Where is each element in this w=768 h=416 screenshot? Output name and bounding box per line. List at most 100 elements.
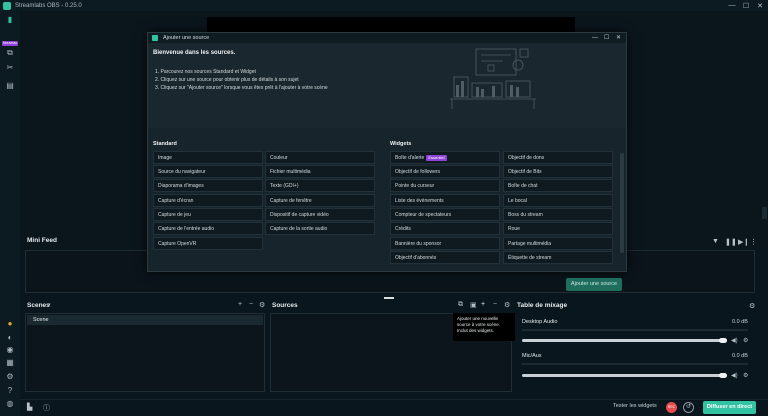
help-icon[interactable]: ? xyxy=(5,386,15,396)
new-badge: Nouveau xyxy=(2,41,18,46)
widget-media-share[interactable]: Partage multimédia xyxy=(503,237,613,250)
mixer-settings-icon[interactable]: ⚙ xyxy=(749,302,755,310)
source-image[interactable]: Image xyxy=(153,151,263,164)
widget-bits-goal[interactable]: Objectif de Bits xyxy=(503,165,613,178)
instruction-step: 2. Cliquez sur une source pour obtenir p… xyxy=(155,77,299,83)
title-bar: Streamlabs OBS - 0.25.0 — ☐ ✕ xyxy=(0,0,768,11)
widget-sponsor-banner[interactable]: Bannière du sponsor xyxy=(390,237,500,250)
remove-scene-icon[interactable]: − xyxy=(249,301,253,308)
channel-settings-icon[interactable]: ⚙ xyxy=(743,372,748,379)
go-live-button[interactable]: Diffuser en direct xyxy=(703,401,756,414)
info-icon[interactable]: ⓘ xyxy=(43,403,50,413)
widget-the-jar[interactable]: Le bocal xyxy=(503,194,613,207)
scene-item[interactable]: Scene xyxy=(27,315,263,325)
window-controls: — ☐ ✕ xyxy=(725,0,767,11)
test-widgets-button[interactable]: Tester les widgets xyxy=(613,403,657,409)
scenes-title: Scenes xyxy=(27,302,50,309)
widget-chat-box[interactable]: Boîte de chat xyxy=(503,179,613,192)
standard-group-title: Standard xyxy=(153,141,177,147)
mixer-channel-name: Mic/Aux xyxy=(522,353,542,359)
record-button[interactable]: REC xyxy=(666,402,677,413)
widget-credits[interactable]: Crédits xyxy=(390,222,500,235)
pause-icon[interactable]: ❚❚ xyxy=(725,238,737,246)
volume-slider-track[interactable] xyxy=(522,374,727,377)
dialog-logo-icon xyxy=(152,35,158,41)
app-logo-icon xyxy=(3,1,11,10)
scene-settings-icon[interactable]: ⚙ xyxy=(259,301,265,309)
source-game-capture[interactable]: Capture de jeu xyxy=(153,208,263,221)
filter-icon[interactable]: ▼ xyxy=(712,238,719,245)
dialog-maximize-button[interactable]: ☐ xyxy=(604,33,609,43)
dialog-scrollbar[interactable] xyxy=(620,153,624,253)
dialog-minimize-button[interactable]: — xyxy=(592,33,598,43)
add-source-tooltip: Ajouter une nouvelle source à votre scèn… xyxy=(453,313,515,341)
minimize-button[interactable]: — xyxy=(725,2,739,9)
widget-wheel[interactable]: Roue xyxy=(503,222,613,235)
source-group-icon[interactable]: ⧉ xyxy=(458,301,463,309)
source-audio-input[interactable]: Capture de l'entrée audio xyxy=(153,222,263,235)
source-text[interactable]: Texte (GDI+) xyxy=(265,179,375,192)
widget-tip-jar[interactable]: Pointe du curseur xyxy=(390,179,500,192)
widget-stream-label[interactable]: Étiquette de stream xyxy=(503,251,613,264)
remove-source-icon[interactable]: − xyxy=(493,301,497,308)
volume-meter xyxy=(522,363,748,365)
widget-stream-boss[interactable]: Boss du stream xyxy=(503,208,613,221)
widget-event-list[interactable]: Liste des événements xyxy=(390,194,500,207)
add-source-icon[interactable]: + xyxy=(481,301,485,308)
dialog-title: Ajouter une source xyxy=(163,35,210,41)
studio-icon[interactable]: ▮ xyxy=(5,15,15,25)
maximize-button[interactable]: ☐ xyxy=(739,2,753,10)
folder-icon[interactable]: ▣ xyxy=(470,301,477,309)
cloud-icon[interactable]: ◉ xyxy=(5,345,15,355)
channel-settings-icon[interactable]: ⚙ xyxy=(743,337,748,344)
widget-follower-goal[interactable]: Objectif de followers xyxy=(390,165,500,178)
editor-scrollbar[interactable] xyxy=(762,207,767,219)
replay-buffer-button[interactable]: ↺ xyxy=(683,402,694,413)
source-browser[interactable]: Source du navigateur xyxy=(153,165,263,178)
mixer-channel-name: Desktop Audio xyxy=(522,319,558,325)
widget-alert-box[interactable]: Boîte d'alerte Essentiel xyxy=(390,151,500,164)
profile-icon[interactable]: ◍ xyxy=(5,399,15,409)
dialog-titlebar: Ajouter une source — ☐ ✕ xyxy=(148,33,626,43)
add-source-button[interactable]: Ajouter une source xyxy=(566,278,622,291)
window-title: Streamlabs OBS - 0.25.0 xyxy=(15,2,82,9)
source-display-capture[interactable]: Capture d'écran xyxy=(153,194,263,207)
volume-slider-track[interactable] xyxy=(522,339,727,342)
themes-icon[interactable]: ⧉ xyxy=(5,48,15,58)
volume-slider-knob[interactable] xyxy=(719,338,727,343)
skip-icon[interactable]: ▶❙ xyxy=(738,238,749,246)
scene-collection-chevron-icon[interactable]: ▾ xyxy=(48,302,51,308)
add-scene-icon[interactable]: + xyxy=(238,301,242,308)
resize-handle[interactable] xyxy=(384,297,394,299)
instruction-step: 3. Cliquez sur "Ajouter source" lorsque … xyxy=(155,85,328,91)
volume-slider-knob[interactable] xyxy=(719,373,727,378)
performance-icon[interactable]: ▙ xyxy=(27,403,32,411)
alert-icon[interactable]: ● xyxy=(5,319,15,329)
dialog-close-button[interactable]: ✕ xyxy=(616,33,621,43)
source-audio-output[interactable]: Capture de la sortie audio xyxy=(265,222,375,235)
speaker-icon[interactable]: ◀) xyxy=(731,337,738,344)
grid-icon[interactable]: ▦ xyxy=(5,358,15,368)
dashboard-icon[interactable]: ◐ xyxy=(5,333,15,343)
source-slideshow[interactable]: Diaporama d'images xyxy=(153,179,263,192)
widget-donation-goal[interactable]: Objectif de dons xyxy=(503,151,613,164)
tools-icon[interactable]: ✂ xyxy=(5,63,15,73)
source-window-capture[interactable]: Capture de fenêtre xyxy=(265,194,375,207)
widget-viewer-count[interactable]: Compteur de spectateurs xyxy=(390,208,500,221)
mixer-channel-db: 0.0 dB xyxy=(732,319,748,325)
more-options-icon[interactable]: ⋮ xyxy=(750,238,757,246)
source-video-capture[interactable]: Dispositif de capture vidéo xyxy=(265,208,375,221)
widget-sub-goal[interactable]: Objectif d'abonnés xyxy=(390,251,500,264)
source-color[interactable]: Couleur xyxy=(265,151,375,164)
source-openvr[interactable]: Capture OpenVR xyxy=(153,237,263,250)
left-nav-rail: ▮ Nouveau ⧉ ✂ ▤ ● ◐ ◉ ▦ ⚙ ? ◍ xyxy=(0,11,20,416)
essential-badge: Essentiel xyxy=(426,154,447,161)
instruction-step: 1. Parcourez nos sources Standard et Wid… xyxy=(155,69,256,75)
speaker-icon[interactable]: ◀) xyxy=(731,372,738,379)
source-settings-icon[interactable]: ⚙ xyxy=(504,301,510,309)
widget-label: Boîte d'alerte xyxy=(395,155,425,161)
store-icon[interactable]: ▤ xyxy=(5,81,15,91)
source-media-file[interactable]: Fichier multimédia xyxy=(265,165,375,178)
settings-icon[interactable]: ⚙ xyxy=(5,372,15,382)
close-button[interactable]: ✕ xyxy=(753,2,767,10)
